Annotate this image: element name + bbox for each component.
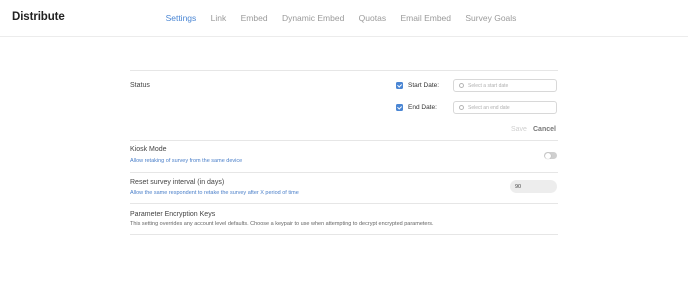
reset-interval-description: Allow the same respondent to retake the … (130, 190, 299, 196)
reset-interval-label: Reset survey interval (in days) (130, 179, 225, 186)
cancel-button[interactable]: Cancel (533, 126, 556, 133)
kiosk-mode-toggle[interactable] (544, 152, 557, 159)
tab-link[interactable]: Link (211, 13, 227, 23)
divider (130, 70, 558, 71)
kiosk-mode-description: Allow retaking of survey from the same d… (130, 158, 243, 164)
start-date-placeholder: Select a start date (468, 83, 509, 89)
divider (130, 172, 558, 173)
start-date-checkbox[interactable] (396, 82, 403, 89)
tab-email-embed[interactable]: Email Embed (400, 13, 451, 23)
kiosk-mode-label: Kiosk Mode (130, 146, 167, 153)
divider (130, 234, 558, 235)
clock-icon (459, 105, 464, 110)
tab-bar: Settings Link Embed Dynamic Embed Quotas… (0, 13, 688, 23)
end-date-checkbox[interactable] (396, 104, 403, 111)
save-button[interactable]: Save (511, 126, 527, 133)
end-date-label: End Date: (408, 104, 437, 111)
divider (130, 203, 558, 204)
encryption-keys-description: This setting overrides any account level… (130, 221, 434, 227)
status-label: Status (130, 82, 150, 89)
tab-quotas[interactable]: Quotas (359, 13, 386, 23)
top-bar: Distribute Settings Link Embed Dynamic E… (0, 0, 688, 37)
end-date-placeholder: Select an end date (468, 105, 510, 111)
tab-survey-goals[interactable]: Survey Goals (465, 13, 516, 23)
tab-settings[interactable]: Settings (166, 13, 197, 23)
reset-interval-value: 90 (515, 183, 522, 190)
encryption-keys-label: Parameter Encryption Keys (130, 211, 216, 218)
end-date-input[interactable]: Select an end date (453, 101, 557, 114)
toggle-knob (544, 152, 551, 159)
tab-embed[interactable]: Embed (241, 13, 268, 23)
tab-dynamic-embed[interactable]: Dynamic Embed (282, 13, 344, 23)
start-date-label: Start Date: (408, 82, 440, 89)
divider (130, 140, 558, 141)
reset-interval-input[interactable]: 90 (510, 180, 557, 193)
clock-icon (459, 83, 464, 88)
start-date-input[interactable]: Select a start date (453, 79, 557, 92)
